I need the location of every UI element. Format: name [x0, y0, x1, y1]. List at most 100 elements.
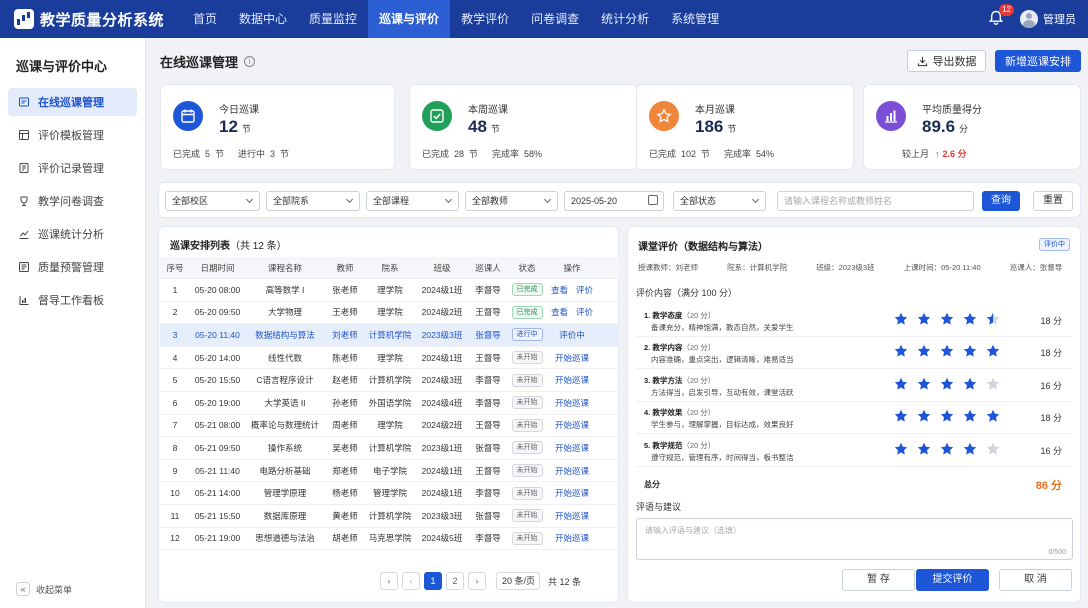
sidebar-item-6[interactable]: 督导工作看板: [8, 286, 137, 314]
star-icon[interactable]: [986, 344, 1000, 358]
star-icon[interactable]: [986, 377, 1000, 391]
row-action-view[interactable]: 查看: [551, 285, 568, 295]
sidebar-item-2[interactable]: 评价记录管理: [8, 154, 137, 182]
star-icon[interactable]: [940, 442, 954, 456]
app-logo[interactable]: 教学质量分析系统: [14, 9, 182, 30]
export-button[interactable]: 导出数据: [907, 50, 986, 72]
star-icon[interactable]: [963, 344, 977, 358]
column-header[interactable]: 操作: [547, 262, 597, 274]
column-header[interactable]: 巡课人: [469, 262, 507, 274]
department-select[interactable]: 全部院系: [266, 191, 360, 211]
cancel-button[interactable]: 取 消: [999, 569, 1072, 591]
row-action-primary[interactable]: 开始巡课: [555, 398, 589, 408]
star-icon[interactable]: [986, 409, 1000, 423]
star-icon[interactable]: [963, 442, 977, 456]
row-action-primary[interactable]: 开始巡课: [555, 353, 589, 363]
submit-evaluation-button[interactable]: 提交评价: [916, 569, 989, 591]
star-icon[interactable]: [917, 344, 931, 358]
star-icon[interactable]: [894, 409, 908, 423]
nav-item-4[interactable]: 教学评价: [450, 0, 520, 38]
table-row[interactable]: 1 05-20 08:00 高等数学 I 张老师 理学院 2024级1班 李督导 已完成 查看评…: [160, 279, 619, 302]
column-header[interactable]: 日期时间: [190, 262, 245, 274]
course-select[interactable]: 全部课程: [366, 191, 459, 211]
nav-item-5[interactable]: 问卷调查: [520, 0, 590, 38]
star-icon[interactable]: [894, 312, 908, 326]
user-name[interactable]: 管理员: [1043, 11, 1076, 27]
collapse-menu-button[interactable]: « 收起菜单: [16, 582, 72, 596]
status-select[interactable]: 全部状态: [673, 191, 766, 211]
star-icon[interactable]: [963, 409, 977, 423]
table-row[interactable]: 2 05-20 09:50 大学物理 王老师 理学院 2024级2班 王督导 已完成 查看 评价: [160, 302, 619, 325]
star-icon[interactable]: [894, 442, 908, 456]
star-icon[interactable]: [986, 312, 1000, 326]
sidebar-item-3[interactable]: 教学问卷调查: [8, 187, 137, 215]
table-row[interactable]: 12 05-21 19:00 思想道德与法治 胡老师 马克思学院 2024级5班 李督导 未开…: [160, 528, 619, 551]
notification-bell[interactable]: 12: [988, 4, 1014, 28]
table-row[interactable]: 7 05-21 08:00 概率论与数理统计 周老师 理学院 2024级2班 王督导 未开始 开…: [160, 415, 619, 438]
column-header[interactable]: 课程名称: [245, 262, 325, 274]
row-action-primary[interactable]: 开始巡课: [555, 466, 589, 476]
new-inspection-button[interactable]: 新增巡课安排: [995, 50, 1081, 72]
row-action-view[interactable]: 查看: [551, 307, 568, 317]
nav-item-7[interactable]: 系统管理: [660, 0, 730, 38]
table-row[interactable]: 10 05-21 14:00 管理学原理 杨老师 管理学院 2024级1班 李督导 未开始 开始…: [160, 482, 619, 505]
row-action-primary[interactable]: 开始巡课: [555, 488, 589, 498]
star-icon[interactable]: [986, 442, 1000, 456]
row-action-primary[interactable]: 开始巡课: [555, 511, 589, 521]
sidebar-item-4[interactable]: 巡课统计分析: [8, 220, 137, 248]
star-icon[interactable]: [963, 312, 977, 326]
table-row[interactable]: 6 05-20 19:00 大学英语 II 孙老师 外国语学院 2024级4班 李督导 未开始…: [160, 392, 619, 415]
nav-item-6[interactable]: 统计分析: [590, 0, 660, 38]
query-button[interactable]: 查询: [982, 191, 1020, 211]
row-action-evaluate[interactable]: 评价: [576, 285, 593, 295]
table-row[interactable]: 4 05-20 14:00 线性代数 陈老师 理学院 2024级1班 王督导 未开始 开始巡课: [160, 347, 619, 370]
prev-page-disabled[interactable]: ‹: [402, 572, 420, 590]
star-icon[interactable]: [894, 377, 908, 391]
search-input[interactable]: 请输入课程名称或教师姓名: [777, 191, 974, 211]
page-size-select[interactable]: 20 条/页: [496, 572, 540, 590]
star-rating[interactable]: [894, 377, 1009, 391]
star-icon[interactable]: [940, 377, 954, 391]
sidebar-item-0[interactable]: 在线巡课管理: [8, 88, 137, 116]
table-row[interactable]: 8 05-21 09:50 操作系统 吴老师 计算机学院 2023级1班 张督导 未开始 开始巡…: [160, 437, 619, 460]
nav-item-2[interactable]: 质量监控: [298, 0, 368, 38]
next-page-button[interactable]: ›: [468, 572, 486, 590]
row-action-primary[interactable]: 开始巡课: [555, 375, 589, 385]
table-row[interactable]: 9 05-21 11:40 电路分析基础 郑老师 电子学院 2024级1班 王督导 未开始 开始…: [160, 460, 619, 483]
star-icon[interactable]: [917, 409, 931, 423]
table-row[interactable]: 5 05-20 15:50 C语言程序设计 赵老师 计算机学院 2024级3班 李督导 未开始…: [160, 369, 619, 392]
star-rating[interactable]: [894, 409, 1009, 423]
row-action-primary[interactable]: 开始巡课: [555, 533, 589, 543]
date-picker[interactable]: 2025-05-20: [564, 191, 664, 211]
star-rating[interactable]: [894, 442, 1009, 456]
column-header[interactable]: 院系: [365, 262, 415, 274]
info-icon[interactable]: i: [244, 56, 256, 67]
reset-button[interactable]: 重置: [1033, 191, 1073, 211]
row-action-primary[interactable]: 开始巡课: [555, 443, 589, 453]
campus-select[interactable]: 全部校区: [165, 191, 260, 211]
table-row[interactable]: 3 05-20 11:40 数据结构与算法 刘老师 计算机学院 2023级3班 张督导 进行中…: [160, 324, 619, 347]
prev-page-button[interactable]: ‹: [380, 572, 398, 590]
nav-item-3[interactable]: 巡课与评价: [368, 0, 451, 38]
column-header[interactable]: 状态: [507, 262, 547, 274]
row-action-primary[interactable]: 开始巡课: [555, 420, 589, 430]
star-icon[interactable]: [894, 344, 908, 358]
star-icon[interactable]: [917, 312, 931, 326]
star-rating[interactable]: [894, 312, 1009, 326]
star-icon[interactable]: [940, 312, 954, 326]
page-2-button[interactable]: 2: [446, 572, 464, 590]
table-row[interactable]: 11 05-21 15:50 数据库原理 黄老师 计算机学院 2023级3班 张督导 未开始 开…: [160, 505, 619, 528]
comment-textarea[interactable]: 请输入评语与建议（选填） 0/500: [636, 518, 1073, 560]
star-icon[interactable]: [940, 409, 954, 423]
sidebar-item-5[interactable]: 质量预警管理: [8, 253, 137, 281]
teacher-select[interactable]: 全部教师: [465, 191, 558, 211]
star-icon[interactable]: [940, 344, 954, 358]
star-icon[interactable]: [917, 377, 931, 391]
star-icon[interactable]: [963, 377, 977, 391]
nav-item-1[interactable]: 数据中心: [228, 0, 298, 38]
nav-item-0[interactable]: 首页: [182, 0, 228, 38]
column-header[interactable]: 教师: [325, 262, 365, 274]
user-avatar[interactable]: [1020, 10, 1038, 28]
star-icon[interactable]: [917, 442, 931, 456]
column-header[interactable]: 序号: [160, 262, 190, 274]
